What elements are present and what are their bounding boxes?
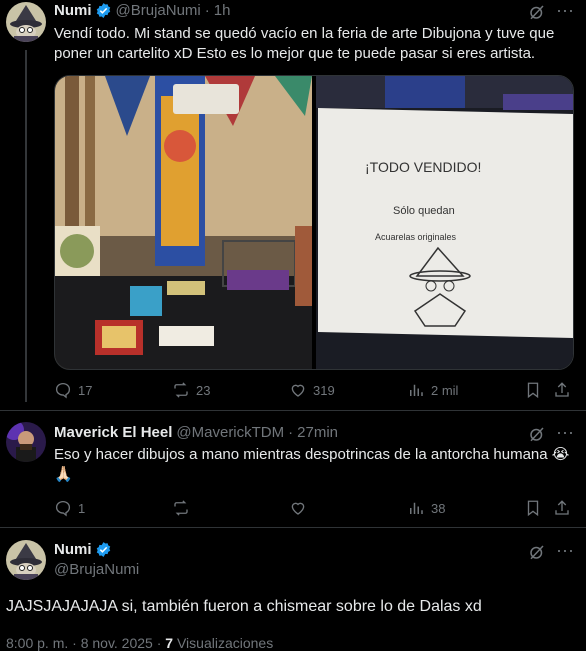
like-button[interactable]: 319 [289, 381, 335, 399]
sign-line3: Acuarelas originales [375, 232, 457, 242]
main-header-name: Numi [54, 541, 116, 558]
repost-button[interactable] [172, 499, 190, 517]
verified-badge-icon [95, 541, 112, 558]
avatar-witch-image [6, 2, 46, 42]
share-button[interactable] [553, 381, 571, 399]
verified-badge-icon [95, 2, 112, 19]
sign-line2: Sólo quedan [393, 205, 455, 217]
reply-header: Maverick El Heel @MaverickTDM · 27min [54, 424, 338, 441]
grok-icon[interactable] [528, 543, 546, 561]
tweet1-time[interactable]: 1h [214, 2, 231, 19]
bookmark-button[interactable] [524, 499, 542, 517]
sign-line1: ¡TODO VENDIDO! [365, 159, 481, 175]
repost-icon [174, 500, 188, 516]
views-button[interactable]: 38 [407, 499, 445, 517]
reply-count: 1 [78, 500, 86, 516]
tweet1-photos: ¡TODO VENDIDO! Sólo quedan Acuarelas ori… [55, 76, 573, 369]
divider [0, 527, 586, 528]
views-count: 38 [431, 500, 446, 516]
more-options-icon[interactable]: ··· [556, 0, 574, 21]
repost-count: 23 [196, 382, 211, 398]
bookmark-icon [527, 500, 539, 517]
separator-dot: · [204, 2, 210, 19]
thread-line [25, 50, 27, 402]
avatar-person-image [6, 422, 46, 462]
main-meta: 8:00 p. m. · 8 nov. 2025 · 7 Visualizaci… [6, 635, 273, 651]
like-count: 319 [313, 382, 335, 398]
like-button[interactable] [289, 499, 307, 517]
reply-icon [55, 500, 71, 517]
reply-display-name[interactable]: Maverick El Heel [54, 424, 172, 441]
repost-icon [174, 382, 188, 398]
repost-button[interactable]: 23 [172, 381, 210, 399]
main-views-label: Visualizaciones [176, 635, 274, 651]
divider [0, 410, 586, 411]
reply-handle[interactable]: @MaverickTDM [176, 424, 284, 441]
share-icon [555, 500, 569, 515]
reply-time[interactable]: 27min [297, 424, 338, 441]
bookmark-icon [527, 382, 539, 399]
tweet1-media[interactable]: ¡TODO VENDIDO! Sólo quedan Acuarelas ori… [54, 75, 574, 370]
grok-icon[interactable] [528, 3, 546, 21]
tweet1-handle[interactable]: @BrujaNumi [116, 2, 201, 19]
avatar-maverick[interactable] [6, 422, 46, 462]
more-options-icon[interactable]: ··· [556, 422, 574, 443]
separator-dot: · [288, 424, 294, 441]
grok-icon[interactable] [528, 425, 546, 443]
more-options-icon[interactable]: ··· [556, 540, 574, 561]
reply-button[interactable]: 17 [54, 381, 92, 399]
views-count: 2 mil [431, 382, 459, 398]
avatar-numi[interactable] [6, 540, 46, 580]
main-handle[interactable]: @BrujaNumi [54, 561, 139, 578]
views-chart-icon [410, 502, 423, 514]
views-button[interactable]: 2 mil [407, 381, 458, 399]
reply-icon [55, 382, 71, 399]
reply-text: Eso y hacer dibujos a mano mientras desp… [54, 446, 570, 483]
avatar-witch-image [6, 540, 46, 580]
tweet1-text: Vendí todo. Mi stand se quedó vacío en l… [54, 25, 555, 62]
views-chart-icon [410, 384, 423, 396]
reply-button[interactable]: 1 [54, 499, 85, 517]
main-display-name[interactable]: Numi [54, 541, 92, 558]
heart-icon [291, 384, 305, 397]
heart-icon [291, 502, 305, 515]
avatar-numi[interactable] [6, 2, 46, 42]
main-views-count: 7 [165, 635, 174, 651]
main-timestamp[interactable]: 8:00 p. m. · 8 nov. 2025 · [6, 635, 165, 651]
bookmark-button[interactable] [524, 381, 542, 399]
reply-count: 17 [78, 382, 93, 398]
tweet1-header: Numi @BrujaNumi · 1h [54, 2, 230, 19]
share-button[interactable] [553, 499, 571, 517]
share-icon [555, 382, 569, 397]
main-text: JAJSJAJAJAJA si, también fueron a chisme… [6, 598, 482, 615]
tweet1-display-name[interactable]: Numi [54, 2, 92, 19]
